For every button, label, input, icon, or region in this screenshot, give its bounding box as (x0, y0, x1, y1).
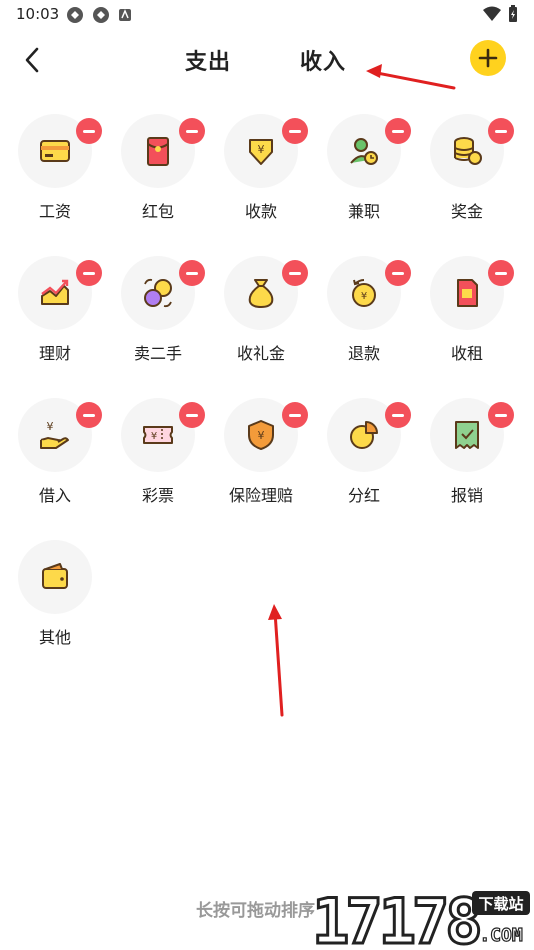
category-label: 兼职 (347, 202, 380, 221)
category-label: 收款 (244, 202, 277, 221)
delete-category-button[interactable] (179, 118, 205, 144)
tab-income[interactable]: 收入 (300, 44, 346, 76)
category-label: 报销 (450, 486, 483, 505)
red-envelope-icon (147, 137, 169, 166)
status-system-icons (482, 5, 518, 23)
category-item[interactable]: ¥ 彩票 (103, 394, 206, 534)
watermark-tag: 下载站 (478, 895, 523, 913)
category-label: 收租 (450, 344, 483, 363)
delete-category-button[interactable] (282, 260, 308, 286)
svg-text:¥: ¥ (151, 431, 157, 442)
borrow-hand-icon: ¥ (40, 420, 69, 449)
site-watermark-logo: 17178 下载站 .COM (312, 885, 530, 947)
category-item[interactable]: ¥ 借入 (0, 394, 103, 534)
status-notification-icons (66, 6, 132, 24)
tab-expense[interactable]: 支出 (185, 44, 231, 76)
sync-icon (93, 7, 109, 23)
category-label: 收礼金 (236, 344, 285, 363)
category-item[interactable]: 收礼金 (206, 252, 309, 392)
rent-icon (457, 279, 478, 307)
investment-chart-icon (41, 279, 69, 305)
drag-sort-hint: 长按可拖动排序 (196, 901, 315, 921)
watermark-number: 17178 (312, 885, 479, 947)
category-label: 退款 (347, 344, 380, 363)
app-notification-icon (119, 9, 131, 21)
status-bar: 10:03 (0, 0, 534, 30)
delete-category-button[interactable] (385, 260, 411, 286)
receive-money-icon: ¥ (249, 139, 273, 165)
status-time: 10:03 (16, 5, 60, 23)
wallet-icon (42, 563, 68, 589)
category-item[interactable]: 收租 (412, 252, 515, 392)
delete-category-button[interactable] (179, 402, 205, 428)
category-label: 奖金 (450, 202, 483, 221)
delete-category-button[interactable] (76, 118, 102, 144)
delete-category-button[interactable] (282, 118, 308, 144)
category-item[interactable]: 兼职 (309, 110, 412, 250)
delete-category-button[interactable] (179, 260, 205, 286)
sync-icon (67, 7, 83, 23)
category-item[interactable]: ¥ 退款 (309, 252, 412, 392)
card-icon (40, 140, 70, 162)
category-item[interactable]: ¥ 收款 (206, 110, 309, 250)
category-item[interactable]: 理财 (0, 252, 103, 392)
category-item[interactable]: 工资 (0, 110, 103, 250)
category-label: 其他 (38, 628, 71, 647)
battery-icon (509, 5, 517, 22)
svg-text:¥: ¥ (258, 143, 265, 156)
refund-icon: ¥ (352, 279, 376, 307)
pie-chart-icon (350, 421, 378, 449)
category-item[interactable]: 其他 (0, 536, 103, 676)
category-label: 红包 (141, 202, 174, 221)
category-label: 卖二手 (133, 344, 182, 363)
back-button[interactable] (14, 42, 50, 78)
category-item[interactable]: 奖金 (412, 110, 515, 250)
chevron-left-icon (25, 47, 39, 73)
category-item[interactable]: 红包 (103, 110, 206, 250)
category-item[interactable]: 分红 (309, 394, 412, 534)
category-label: 彩票 (141, 486, 174, 505)
category-label: 分红 (347, 486, 380, 505)
svg-text:¥: ¥ (47, 420, 54, 433)
delete-category-button[interactable] (282, 402, 308, 428)
delete-category-button[interactable] (488, 260, 514, 286)
header: 支出 收入 (0, 36, 534, 86)
category-label: 借入 (38, 486, 71, 505)
delete-category-button[interactable] (385, 402, 411, 428)
insurance-shield-icon: ¥ (248, 420, 274, 450)
delete-category-button[interactable] (76, 260, 102, 286)
svg-text:¥: ¥ (258, 429, 265, 442)
watermark-domain: .COM (479, 925, 523, 946)
category-item[interactable]: 卖二手 (103, 252, 206, 392)
plus-icon (478, 48, 498, 68)
category-label: 工资 (38, 202, 71, 221)
svg-text:¥: ¥ (361, 291, 367, 302)
category-icon-circle (18, 540, 92, 614)
delete-category-button[interactable] (488, 402, 514, 428)
part-time-icon (350, 138, 378, 165)
money-bag-icon (248, 279, 274, 309)
exchange-icon (144, 278, 172, 308)
add-category-button[interactable] (470, 40, 506, 76)
delete-category-button[interactable] (385, 118, 411, 144)
category-item[interactable]: ¥ 保险理赔 (206, 394, 309, 534)
coins-icon (454, 137, 482, 165)
delete-category-button[interactable] (76, 402, 102, 428)
wifi-icon (483, 6, 501, 21)
receipt-icon (455, 421, 479, 449)
category-label: 理财 (38, 344, 71, 363)
delete-category-button[interactable] (488, 118, 514, 144)
category-item[interactable]: 报销 (412, 394, 515, 534)
lottery-ticket-icon: ¥ (143, 426, 173, 444)
category-label: 保险理赔 (228, 486, 293, 505)
